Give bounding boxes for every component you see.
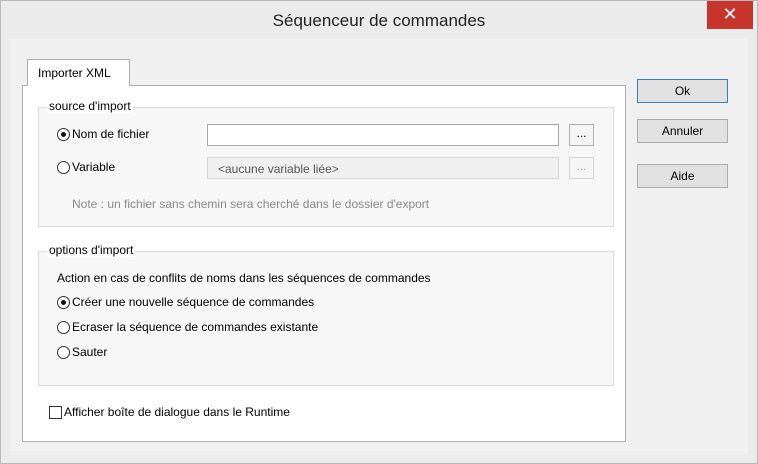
import-note: Note : un fichier sans chemin sera cherc… — [72, 197, 430, 211]
tab-import-xml[interactable]: Importer XML — [27, 59, 130, 86]
file-name-label[interactable]: Nom de fichier — [72, 127, 149, 141]
create-new-label[interactable]: Créer une nouvelle séquence de commandes — [72, 295, 314, 309]
window-title: Séquenceur de commandes — [272, 11, 486, 30]
runtime-dialog-label[interactable]: Afficher boîte de dialogue dans le Runti… — [64, 405, 290, 419]
skip-radio[interactable] — [57, 346, 70, 359]
variable-label[interactable]: Variable — [72, 160, 115, 174]
title-bar[interactable]: Séquenceur de commandes ✕ — [1, 1, 757, 39]
variable-field: <aucune variable liée> — [207, 157, 559, 179]
variable-radio[interactable] — [57, 161, 70, 174]
runtime-dialog-checkbox[interactable] — [49, 406, 62, 419]
import-source-group-title: source d'import — [47, 99, 133, 113]
file-name-radio[interactable] — [57, 128, 70, 141]
dialog-window: Séquenceur de commandes ✕ Importer XML s… — [0, 0, 758, 464]
overwrite-radio[interactable] — [57, 321, 70, 334]
overwrite-label[interactable]: Ecraser la séquence de commandes existan… — [72, 320, 318, 334]
window-frame-bottom — [1, 455, 757, 463]
conflict-label: Action en cas de conflits de noms dans l… — [57, 271, 431, 285]
tab-label: Importer XML — [38, 66, 111, 80]
tab-panel: source d'import Nom de fichier ... Varia… — [22, 85, 626, 442]
close-button[interactable]: ✕ — [707, 1, 753, 29]
help-button[interactable]: Aide — [637, 164, 728, 188]
cancel-button[interactable]: Annuler — [637, 119, 728, 143]
variable-value: <aucune variable liée> — [218, 162, 339, 176]
file-name-input[interactable] — [207, 124, 559, 146]
window-frame-right — [748, 39, 757, 455]
browse-file-button[interactable]: ... — [569, 124, 594, 146]
close-icon: ✕ — [722, 4, 738, 24]
import-options-group-title: options d'import — [47, 243, 136, 257]
create-new-radio[interactable] — [57, 296, 70, 309]
import-options-group: options d'import Action en cas de confli… — [38, 243, 614, 386]
ok-button[interactable]: Ok — [637, 79, 728, 103]
window-frame-left — [1, 39, 10, 455]
import-source-group: source d'import Nom de fichier ... Varia… — [38, 99, 614, 227]
skip-label[interactable]: Sauter — [72, 345, 107, 359]
browse-variable-button: ... — [569, 157, 594, 179]
